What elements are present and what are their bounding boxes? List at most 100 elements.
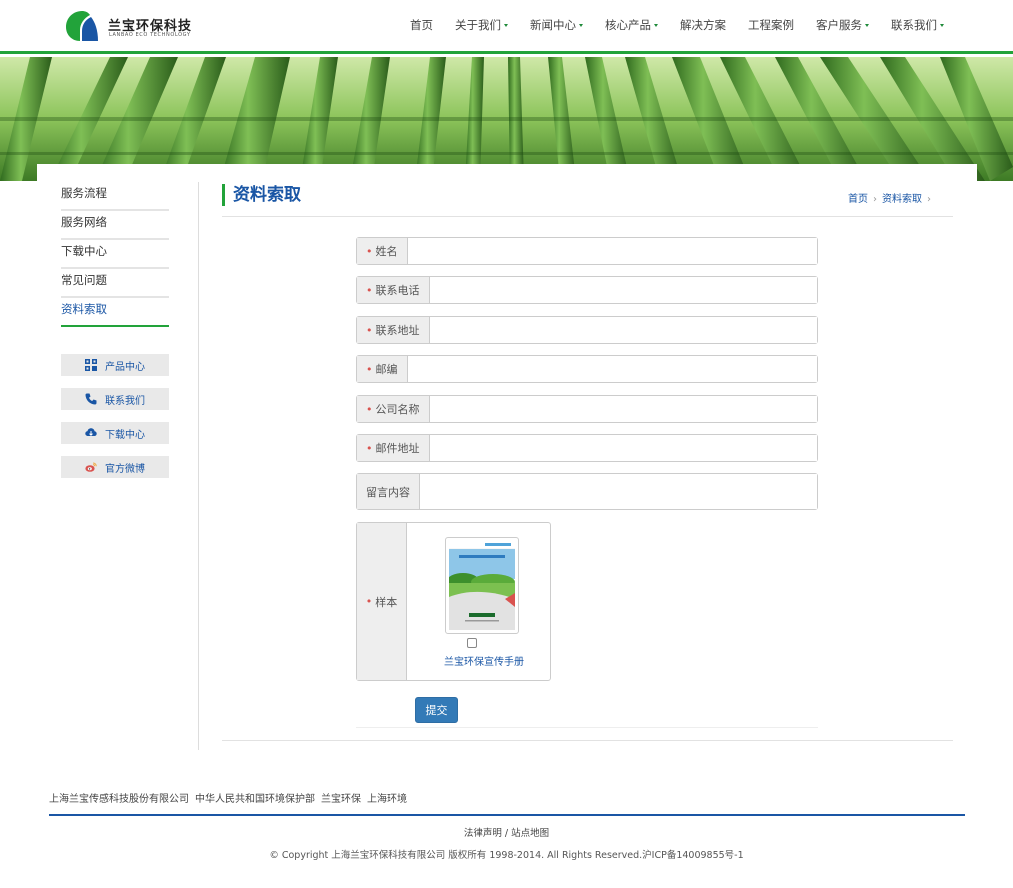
- nav-item[interactable]: 核心产品: [594, 17, 669, 37]
- nav-item-label: 首页: [410, 18, 433, 32]
- breadcrumb-home[interactable]: 首页: [848, 194, 868, 205]
- footer-link[interactable]: 兰宝环保: [321, 790, 361, 805]
- footer-link[interactable]: 中华人民共和国环境保护部: [195, 790, 315, 805]
- required-marker: •: [366, 402, 373, 416]
- sidebar-button-label: 官方微博: [105, 463, 145, 475]
- field-label: • 邮件地址: [357, 435, 430, 461]
- field-label-text: 联系电话: [375, 284, 420, 297]
- zipcode-field: • 邮编: [356, 355, 818, 383]
- email-field: • 邮件地址: [356, 434, 818, 462]
- footer-link[interactable]: 上海环境: [367, 790, 407, 805]
- sidebar-link[interactable]: 常见问题: [61, 269, 169, 298]
- sidebar-link[interactable]: 服务流程: [61, 182, 169, 211]
- sample-thumbnail[interactable]: [445, 537, 519, 634]
- nav-item[interactable]: 解决方案: [669, 17, 737, 37]
- breadcrumb-separator: ›: [873, 194, 877, 205]
- sidebar-button-label: 产品中心: [105, 361, 145, 373]
- brochure-cover-image: [449, 541, 515, 630]
- logo[interactable]: 兰宝环保科技 LANBAO ECO TECHNOLOGY: [64, 10, 204, 42]
- sample-field: • 样本 兰宝环保宣传手册: [356, 522, 551, 681]
- field-label-text: 联系地址: [375, 324, 420, 337]
- required-marker: •: [366, 362, 373, 376]
- bamboo-forest-image: [0, 57, 1013, 181]
- address-input[interactable]: [429, 317, 817, 343]
- breadcrumb-separator: ›: [927, 194, 931, 205]
- nav-item-label: 核心产品: [605, 18, 651, 32]
- required-marker: •: [365, 595, 373, 608]
- sidebar-button-contact[interactable]: 联系我们: [61, 388, 169, 410]
- nav-item-label: 工程案例: [748, 18, 794, 32]
- site-header: 兰宝环保科技 LANBAO ECO TECHNOLOGY 首页 关于我们 新闻中心 核…: [0, 0, 1013, 54]
- caret-down-icon: [940, 24, 944, 27]
- field-label: • 公司名称: [357, 396, 430, 422]
- logo-subtitle: LANBAO ECO TECHNOLOGY: [109, 32, 191, 38]
- field-label: • 邮编: [357, 356, 408, 382]
- address-field: • 联系地址: [356, 316, 818, 344]
- caret-down-icon: [865, 24, 869, 27]
- field-label-text: 姓名: [375, 245, 398, 258]
- divider: [356, 727, 818, 728]
- company-field: • 公司名称: [356, 395, 818, 423]
- footer-links: 上海兰宝传感科技股份有限公司 中华人民共和国环境保护部 兰宝环保 上海环境: [49, 790, 407, 805]
- required-marker: •: [366, 441, 373, 455]
- nav-item[interactable]: 新闻中心: [519, 17, 594, 37]
- copyright-text: © Copyright 上海兰宝环保科技有限公司 版权所有 1998-2014.…: [269, 850, 744, 861]
- email-input[interactable]: [429, 435, 817, 461]
- company-input[interactable]: [429, 396, 817, 422]
- required-marker: •: [366, 283, 373, 297]
- main-nav: 首页 关于我们 新闻中心 核心产品 解决方案 工程案例 客户服务 联系我们: [399, 17, 955, 37]
- nav-item-label: 解决方案: [680, 18, 726, 32]
- breadcrumb: 首页 › 资料索取 ›: [848, 190, 936, 205]
- logo-mark-icon: [66, 11, 98, 41]
- sidebar-link[interactable]: 资料索取: [61, 298, 169, 327]
- nav-item[interactable]: 工程案例: [737, 17, 805, 37]
- breadcrumb-current[interactable]: 资料索取: [882, 194, 922, 205]
- phone-input[interactable]: [429, 277, 817, 303]
- field-label: • 姓名: [357, 238, 408, 264]
- field-label-text: 样本: [375, 595, 398, 609]
- grid-icon: [85, 359, 97, 371]
- nav-item[interactable]: 联系我们: [880, 17, 955, 37]
- footer-link[interactable]: 上海兰宝传感科技股份有限公司: [49, 790, 189, 805]
- field-label-text: 公司名称: [375, 403, 420, 416]
- field-label: • 联系电话: [357, 277, 430, 303]
- nav-item-label: 客户服务: [816, 18, 862, 32]
- sidebar-button-weibo[interactable]: 官方微博: [61, 456, 169, 478]
- sample-checkbox[interactable]: [467, 638, 477, 648]
- footer-divider: [49, 814, 965, 816]
- sidebar-button-label: 下载中心: [105, 429, 145, 441]
- divider: [222, 740, 953, 741]
- sidebar-link[interactable]: 服务网络: [61, 211, 169, 240]
- nav-item-label: 关于我们: [455, 18, 501, 32]
- sidebar-button-download[interactable]: 下载中心: [61, 422, 169, 444]
- legal-links[interactable]: 法律声明 / 站点地图: [0, 825, 1013, 839]
- sample-title-link[interactable]: 兰宝环保宣传手册: [419, 653, 549, 668]
- submit-button[interactable]: 提交: [415, 697, 458, 723]
- sidebar-divider: [198, 182, 199, 750]
- zipcode-input[interactable]: [407, 356, 817, 382]
- caret-down-icon: [504, 24, 508, 27]
- nav-item[interactable]: 客户服务: [805, 17, 880, 37]
- message-field: 留言内容: [356, 473, 818, 510]
- page-title: 资料索取: [222, 184, 301, 206]
- sidebar-button-label: 联系我们: [105, 395, 145, 407]
- message-textarea[interactable]: [420, 474, 817, 509]
- field-label-text: 邮编: [375, 363, 398, 376]
- sidebar: 服务流程 服务网络 下载中心 常见问题 资料索取: [61, 182, 169, 327]
- nav-item[interactable]: 首页: [399, 17, 444, 37]
- field-label: • 样本: [357, 523, 407, 680]
- field-label: 留言内容: [357, 474, 420, 509]
- phone-icon: [85, 393, 97, 405]
- nav-item-label: 联系我们: [891, 18, 937, 32]
- nav-item[interactable]: 关于我们: [444, 17, 519, 37]
- field-label: • 联系地址: [357, 317, 430, 343]
- field-label-text: 邮件地址: [375, 442, 420, 455]
- sidebar-button-products[interactable]: 产品中心: [61, 354, 169, 376]
- required-marker: •: [366, 323, 373, 337]
- sidebar-link[interactable]: 下载中心: [61, 240, 169, 269]
- name-input[interactable]: [407, 238, 817, 264]
- cloud-download-icon: [85, 428, 97, 436]
- banner-image: [0, 57, 1013, 181]
- nav-item-label: 新闻中心: [530, 18, 576, 32]
- caret-down-icon: [579, 24, 583, 27]
